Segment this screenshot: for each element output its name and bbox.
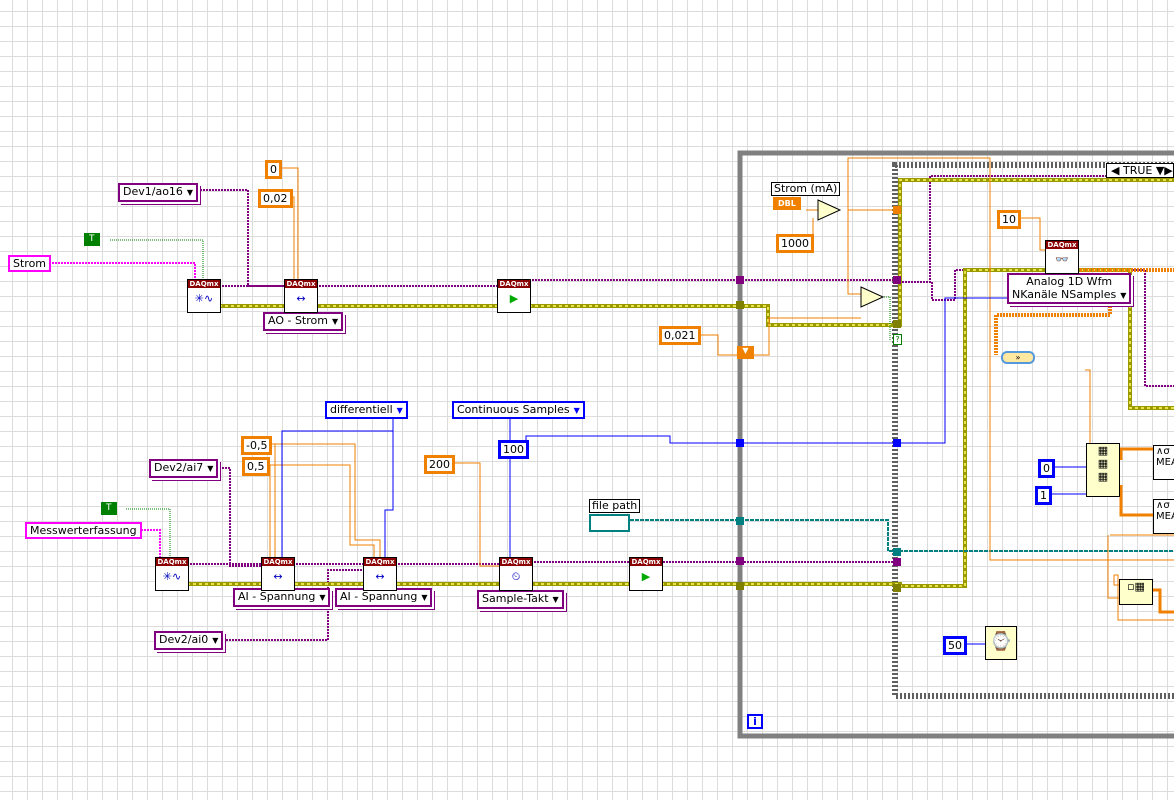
channel-label: Dev2/ai7 — [154, 461, 204, 474]
daqmx-header: DAQmx — [188, 280, 220, 288]
tunnels — [736, 206, 901, 592]
daqmx-create-channel-node[interactable]: DAQmx ↔ — [284, 279, 318, 313]
file-path-label: file path — [589, 499, 641, 513]
index-1-constant[interactable]: 1 — [1035, 486, 1052, 505]
divide-function — [817, 199, 842, 221]
ring-label: differentiell — [330, 403, 393, 416]
daqmx-create-task-node[interactable]: DAQmx ✳∿ — [155, 557, 189, 591]
compare-constant[interactable]: 0,021 — [659, 326, 701, 345]
ring-label: Continuous Samples — [457, 403, 570, 416]
daqmx-header: DAQmx — [1046, 241, 1078, 249]
terminal-config-ring[interactable]: differentiell ▼ — [325, 401, 408, 419]
glasses-icon: 👓 — [1055, 253, 1069, 266]
channel-label: Dev1/ao16 — [123, 185, 183, 198]
channel-ai0[interactable]: Dev2/ai0 ▼ — [154, 631, 224, 650]
index-0-constant[interactable]: 0 — [1038, 459, 1055, 478]
daqmx-start-node[interactable]: DAQmx ▶ — [629, 557, 663, 591]
build-array-node[interactable]: ▫▦ — [1119, 579, 1153, 605]
loop-iteration-terminal: i — [747, 714, 763, 729]
sample-takt-selector[interactable]: Sample-Takt ▼ — [477, 590, 564, 609]
daqmx-header: DAQmx — [630, 558, 662, 566]
ao-strom-selector[interactable]: AO - Strom ▼ — [263, 312, 344, 331]
channel-icon: ↔ — [375, 570, 385, 583]
equal-function — [860, 286, 885, 308]
daqmx-header: DAQmx — [500, 558, 532, 566]
channel-icon: ↔ — [296, 292, 306, 305]
dropdown-arrow-icon: ▼ — [212, 636, 219, 645]
waveform-convert-icon[interactable]: » — [1001, 351, 1035, 364]
strom-string-control[interactable]: Strom — [8, 255, 52, 272]
ring-label: AO - Strom — [268, 314, 328, 327]
strom-ma-control[interactable]: DBL — [773, 197, 801, 210]
read-count-constant[interactable]: 10 — [997, 210, 1021, 229]
dropdown-arrow-icon: ▼ — [421, 593, 428, 602]
bool-true-constant[interactable]: T — [84, 233, 100, 246]
start-icon: ▶ — [641, 570, 651, 583]
strom-ma-label: Strom (mA) — [771, 182, 841, 196]
daqmx-header: DAQmx — [285, 280, 317, 288]
channel-label: Dev2/ai0 — [159, 633, 209, 646]
daqmx-header: DAQmx — [156, 558, 188, 566]
dropdown-arrow-icon: ▼ — [186, 188, 194, 197]
dropdown-arrow-icon: ▼ — [1120, 291, 1127, 300]
clock-icon: ⏲ — [511, 570, 521, 583]
divisor-constant[interactable]: 1000 — [776, 234, 814, 253]
samples-constant[interactable]: 100 — [498, 440, 529, 459]
ring-label: AI - Spannung — [238, 590, 316, 603]
start-icon: ▶ — [509, 292, 519, 305]
create-icon: ✳∿ — [162, 570, 182, 583]
wires — [46, 150, 1174, 739]
daqmx-start-node[interactable]: DAQmx ▶ — [497, 279, 531, 313]
daqmx-header: DAQmx — [498, 280, 530, 288]
channel-ai7[interactable]: Dev2/ai7 ▼ — [149, 459, 219, 478]
read-mode-selector[interactable]: Analog 1D Wfm NKanäle NSamples ▼ — [1007, 273, 1132, 304]
max-constant[interactable]: 0,02 — [258, 189, 293, 208]
measure-node[interactable]: ∧σMEA — [1153, 499, 1174, 534]
case-selector-value: TRUE — [1122, 164, 1153, 177]
daqmx-header: DAQmx — [364, 558, 396, 566]
measure-label: MEA — [1156, 511, 1174, 522]
daqmx-read-node[interactable]: DAQmx 👓 — [1045, 240, 1079, 274]
wave-icon: ∧σ — [1156, 500, 1170, 511]
dropdown-arrow-icon: ▼ — [207, 464, 214, 473]
create-icon: ✳∿ — [194, 292, 214, 305]
daqmx-create-channel-node[interactable]: DAQmx ↔ — [363, 557, 397, 591]
ring-label: Sample-Takt — [482, 592, 549, 605]
wave-icon: ∧σ — [1156, 446, 1170, 457]
sample-mode-ring[interactable]: Continuous Samples ▼ — [452, 401, 585, 419]
measure-label: MEA — [1156, 457, 1174, 468]
wait-ms-constant[interactable]: 50 — [943, 636, 967, 655]
shift-register-icon: ▼ — [737, 346, 754, 359]
daqmx-create-task-node[interactable]: DAQmx ✳∿ — [187, 279, 221, 313]
bool-true-constant[interactable]: T — [101, 502, 117, 515]
case-structure-border — [892, 162, 1174, 699]
channel-icon: ↔ — [273, 570, 283, 583]
min-constant[interactable]: 0 — [265, 160, 282, 179]
case-selector-terminal-icon: ? — [893, 334, 902, 345]
min-constant[interactable]: -0,5 — [241, 436, 273, 455]
daqmx-timing-node[interactable]: DAQmx ⏲ — [499, 557, 533, 591]
ring-label: AI - Spannung — [340, 590, 418, 603]
index-array-node[interactable]: ▦ ▦ ▦ — [1086, 443, 1120, 497]
dropdown-arrow-icon: ▼ — [552, 595, 559, 604]
ring-label: NKanäle NSamples — [1012, 288, 1117, 301]
dropdown-arrow-icon: ▼ — [331, 317, 339, 326]
ring-label: Analog 1D Wfm — [1026, 275, 1113, 288]
dropdown-arrow-icon: ▼ — [573, 406, 580, 415]
daqmx-create-channel-node[interactable]: DAQmx ↔ — [261, 557, 295, 591]
file-path-control[interactable] — [589, 514, 630, 532]
max-constant[interactable]: 0,5 — [242, 457, 270, 476]
case-selector[interactable]: ◀ TRUE ▼▶ — [1106, 163, 1174, 178]
measure-node[interactable]: ∧σMEA — [1153, 445, 1174, 480]
rate-constant[interactable]: 200 — [424, 455, 455, 474]
messwert-string-control[interactable]: Messwerterfassung — [25, 522, 142, 539]
channel-ao16[interactable]: Dev1/ao16 ▼ — [118, 183, 199, 202]
daqmx-header: DAQmx — [262, 558, 294, 566]
dropdown-arrow-icon: ▼ — [396, 406, 403, 415]
wait-timer-icon[interactable]: ⌚ — [985, 626, 1017, 660]
dropdown-arrow-icon: ▼ — [319, 593, 326, 602]
